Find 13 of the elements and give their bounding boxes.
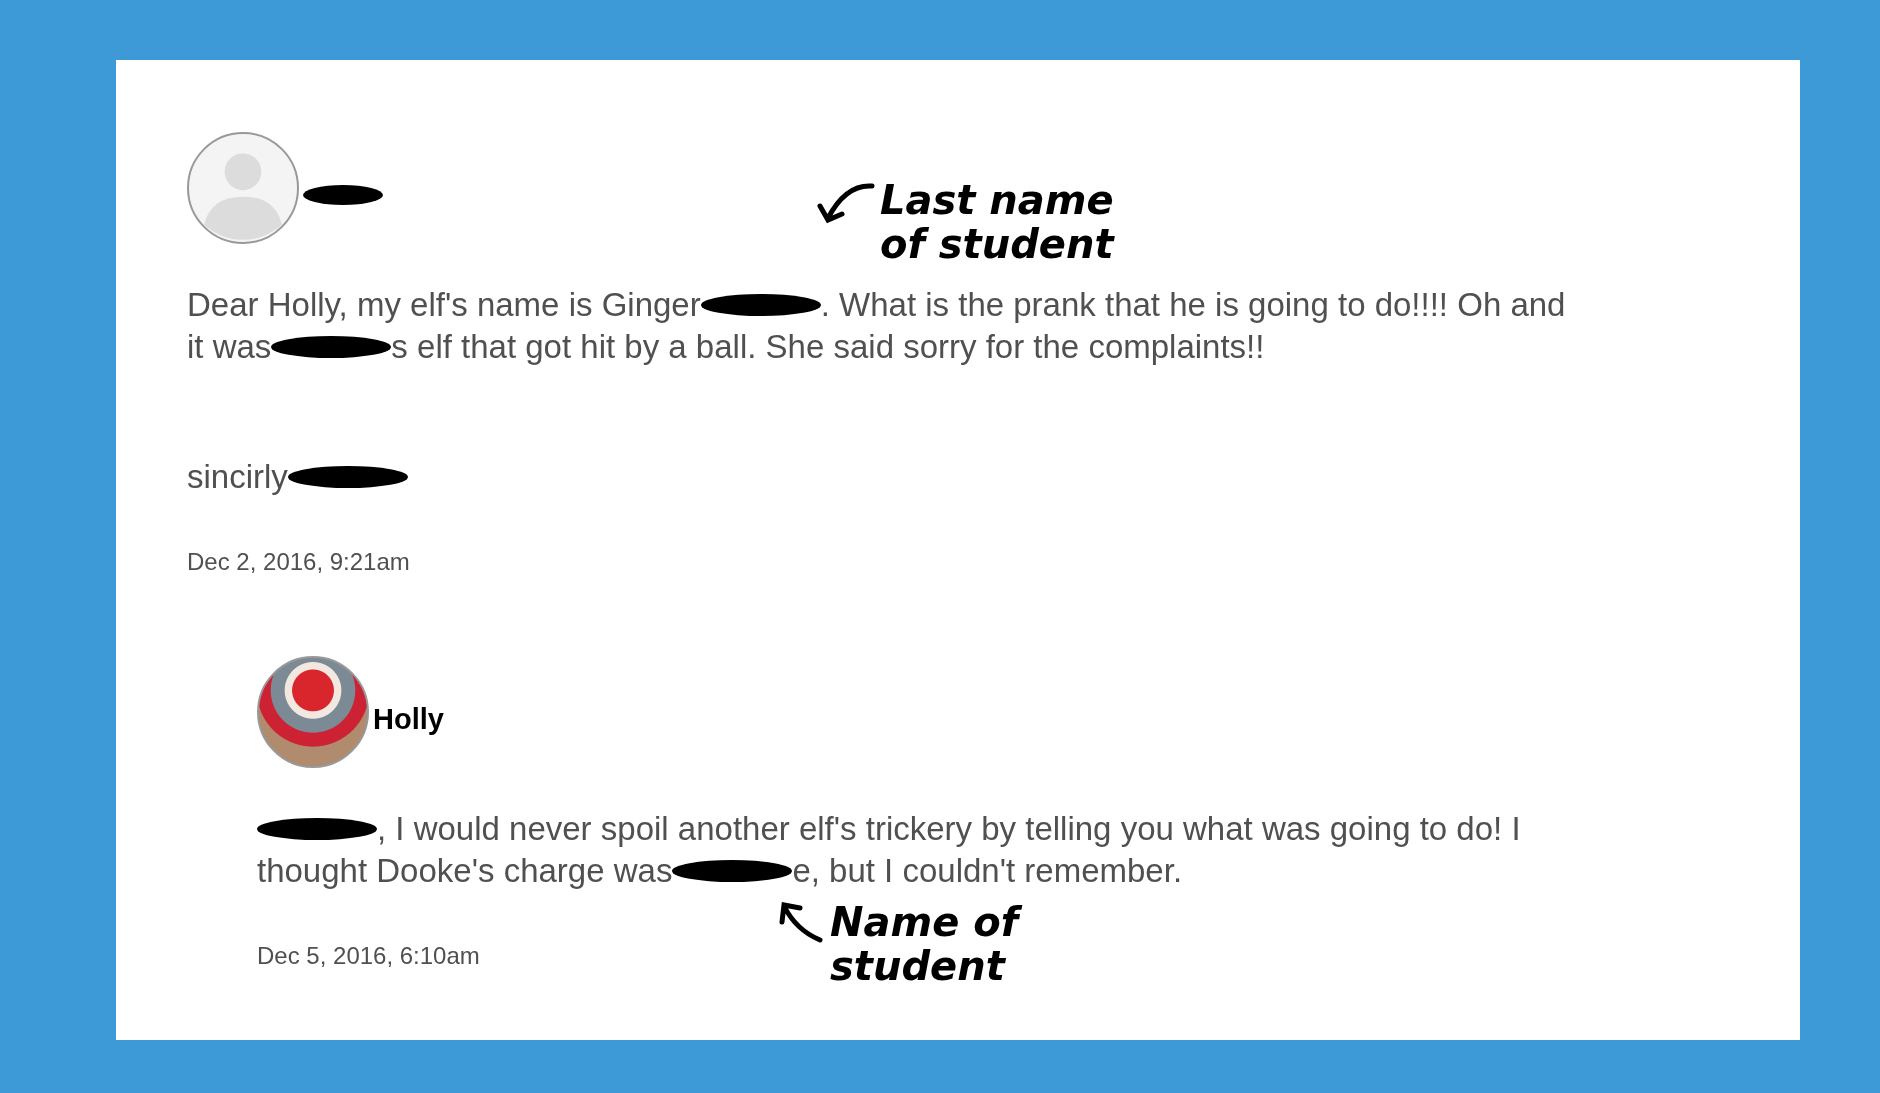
- comment-text: Dear Holly, my elf's name is Ginger: [187, 285, 701, 325]
- reply-text: e, but I couldn't remember.: [792, 851, 1183, 891]
- comment-text: . What is the prank that he is going to do!!!! Oh and: [820, 285, 1566, 325]
- comment-text: s elf that got hit by a ball. She said sorry for the complaints!!: [391, 327, 1265, 367]
- reply-text: , I would never spoil another elf's trickery by telling you what was going to do! I: [377, 809, 1521, 849]
- comment-date: Dec 2, 2016, 9:21am: [187, 548, 410, 576]
- annotation-text: Name of student: [830, 900, 1050, 988]
- comment-text: it was: [187, 327, 272, 367]
- comment-text: sincirly: [187, 457, 288, 497]
- author-name: Holly: [373, 702, 444, 736]
- reply-text: thought Dooke's charge was: [257, 851, 673, 891]
- reply-date: Dec 5, 2016, 6:10am: [257, 942, 480, 970]
- annotation-text: Last name of student: [880, 178, 1116, 266]
